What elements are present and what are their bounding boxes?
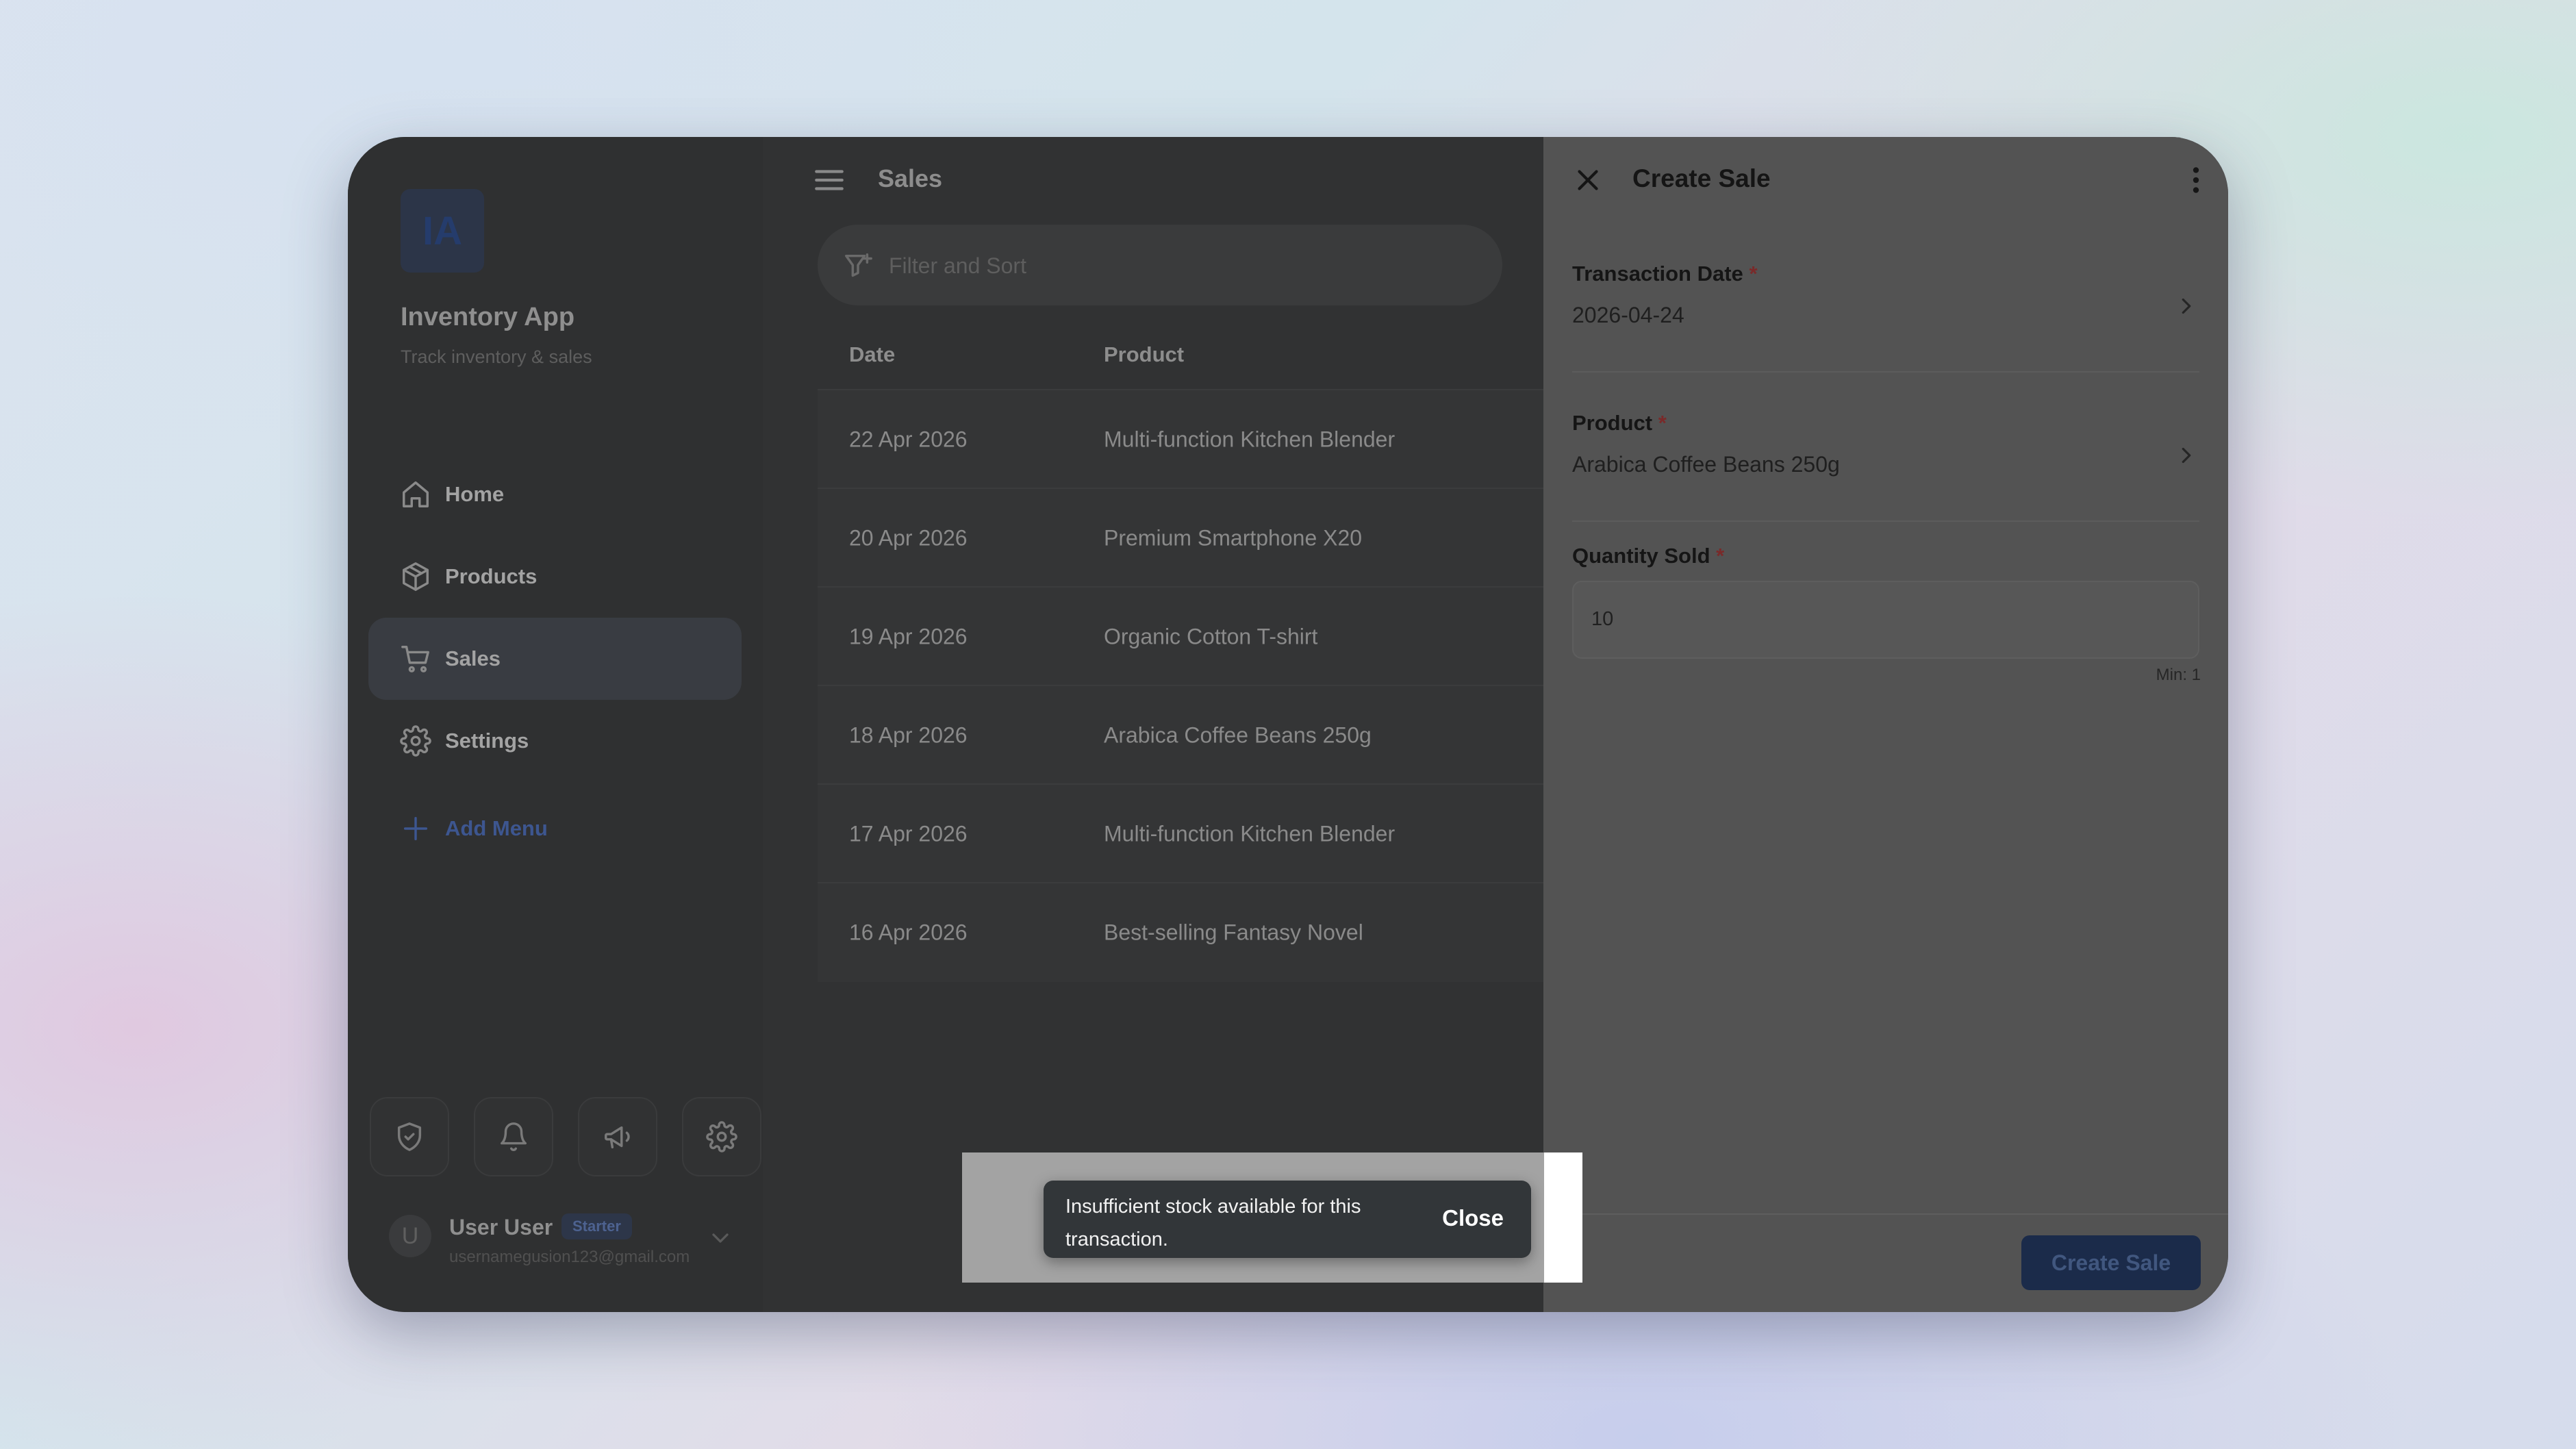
sidebar-item-home[interactable]: Home [368,453,742,536]
sidebar-item-label: Products [445,564,538,588]
cell-product: Best-selling Fantasy Novel [1104,920,1363,945]
app-tagline: Track inventory & sales [401,346,592,367]
table-row[interactable]: 18 Apr 2026 Arabica Coffee Beans 250g [818,685,1584,785]
box-icon [403,562,429,591]
product-label: Product * [1572,411,1667,436]
chevron-right-icon [2182,298,2191,314]
shield-check-icon [397,1122,422,1151]
table-row[interactable]: 17 Apr 2026 Multi-function Kitchen Blend… [818,783,1584,883]
quantity-value: 10 [1591,608,1614,630]
more-vertical-icon[interactable] [2179,163,2213,197]
user-email: usernamegusion123@gmail.com [449,1248,690,1266]
transaction-date-label: Transaction Date * [1572,262,1758,286]
announcements-button[interactable] [578,1097,657,1176]
toast-close-button[interactable]: Close [1442,1205,1504,1231]
cell-date: 19 Apr 2026 [849,624,968,649]
quantity-input[interactable]: 10 [1572,581,2199,659]
required-mark: * [1749,262,1758,286]
field-label-text: Transaction Date [1572,262,1743,286]
add-menu-button[interactable]: Add Menu [368,788,742,870]
notifications-button[interactable] [474,1097,553,1176]
sidebar-item-products[interactable]: Products [368,536,742,618]
sidebar-item-label: Sales [445,646,501,670]
transaction-date-field[interactable]: Transaction Date * 2026-04-24 [1572,262,2199,373]
cell-date: 18 Apr 2026 [849,722,968,748]
cell-date: 17 Apr 2026 [849,821,968,846]
search-input[interactable]: Filter and Sort [818,225,1502,305]
column-header-product[interactable]: Product [1104,342,1184,367]
close-icon[interactable] [1571,163,1605,197]
cell-date: 22 Apr 2026 [849,427,968,452]
field-label-text: Product [1572,411,1653,435]
table-row[interactable]: 20 Apr 2026 Premium Smartphone X20 [818,488,1584,588]
hamburger-menu-icon[interactable] [812,163,846,197]
table-row[interactable]: 22 Apr 2026 Multi-function Kitchen Blend… [818,389,1584,489]
add-menu-label: Add Menu [445,816,548,840]
gear-icon [400,725,431,757]
field-label-text: Quantity Sold [1572,544,1710,568]
home-icon [403,481,429,507]
cart-icon [401,646,429,672]
cell-product: Arabica Coffee Beans 250g [1104,722,1372,748]
cell-product: Premium Smartphone X20 [1104,525,1363,551]
chevron-down-icon[interactable] [707,1224,734,1252]
filter-icon [845,253,872,277]
required-mark: * [1716,544,1725,568]
required-mark: * [1658,411,1667,435]
bell-icon [501,1122,527,1151]
avatar[interactable]: U [389,1215,431,1257]
transaction-date-value: 2026-04-24 [1572,303,1684,327]
sidebar-item-settings[interactable]: Settings [368,700,742,782]
sidebar: IA Inventory App Track inventory & sales… [348,137,763,1312]
app-logo: IA [401,189,484,273]
panel-title: Create Sale [1632,164,1771,192]
plan-badge: Starter [561,1213,632,1239]
dialog-edge [1544,1152,1582,1283]
product-field[interactable]: Product * Arabica Coffee Beans 250g [1572,411,2199,522]
sidebar-item-label: Home [445,482,505,506]
create-sale-panel: Create Sale Transaction Date * 2026-04-2… [1543,137,2228,1312]
table-row[interactable]: 16 Apr 2026 Best-selling Fantasy Novel [818,882,1584,982]
search-placeholder: Filter and Sort [889,253,1026,278]
quantity-hint: Min: 1 [2156,666,2201,684]
cell-product: Multi-function Kitchen Blender [1104,427,1396,452]
quantity-label: Quantity Sold * [1572,544,1724,568]
cell-product: Organic Cotton T-shirt [1104,624,1318,649]
toast-message: Insufficient stock available for this tr… [1065,1196,1361,1250]
plus-icon [403,816,428,841]
cell-date: 16 Apr 2026 [849,920,968,945]
page-title: Sales [878,164,943,192]
table-row[interactable]: 19 Apr 2026 Organic Cotton T-shirt [818,586,1584,686]
chevron-right-icon [2182,447,2191,464]
cell-product: Multi-function Kitchen Blender [1104,821,1396,846]
create-sale-button[interactable]: Create Sale [2021,1235,2201,1290]
error-toast: Insufficient stock available for this tr… [1044,1181,1531,1258]
user-name: User User [449,1215,553,1239]
cell-date: 20 Apr 2026 [849,525,968,551]
sidebar-item-label: Settings [445,729,529,753]
megaphone-icon [605,1126,630,1149]
column-header-date[interactable]: Date [849,342,895,367]
product-value: Arabica Coffee Beans 250g [1572,452,1840,477]
app-window: IA Inventory App Track inventory & sales… [348,137,2228,1312]
gear-icon [706,1121,737,1152]
preferences-button[interactable] [682,1097,761,1176]
app-name: Inventory App [401,303,575,331]
security-button[interactable] [370,1097,449,1176]
sidebar-item-sales[interactable]: Sales [368,618,742,700]
